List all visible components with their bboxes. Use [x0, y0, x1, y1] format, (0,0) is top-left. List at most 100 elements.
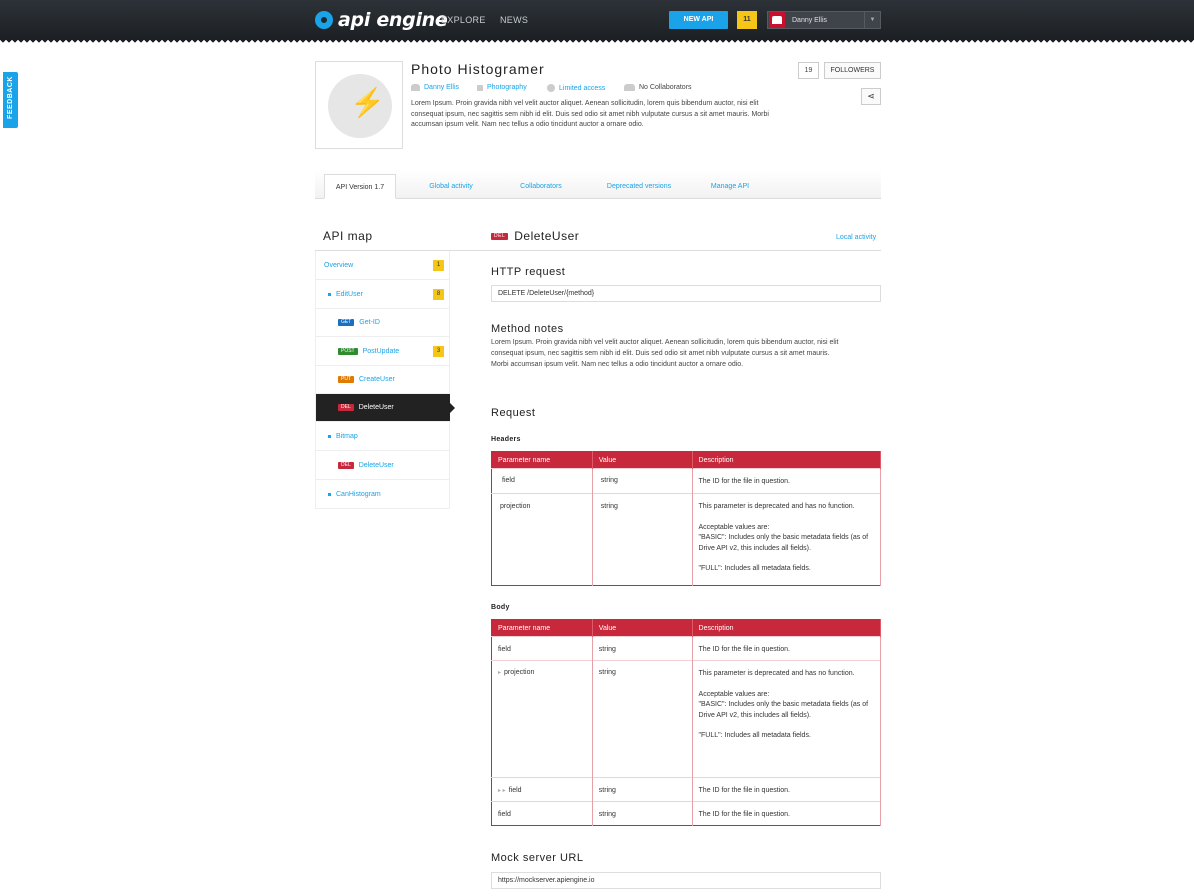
desc-line: "FULL": Includes all metadata fields. [698, 732, 811, 739]
notifications-badge[interactable]: 11 [737, 11, 757, 29]
api-map-title: API map [323, 229, 373, 243]
method-name: DeleteUser [514, 229, 580, 243]
body-title: Body [491, 604, 510, 611]
headers-title: Headers [491, 436, 521, 443]
nav-explore[interactable]: EXPLORE [441, 15, 486, 25]
column-header: Parameter name [491, 451, 593, 469]
desc-line: Acceptable values are: [698, 690, 770, 698]
sidebar-item-overview[interactable]: Overview 1 [316, 251, 450, 280]
sidebar-item-get-id[interactable]: GET Get-ID [316, 309, 450, 337]
param-value-cell: string [592, 493, 693, 585]
param-name-cell: field [491, 468, 593, 494]
count-badge: 3 [433, 345, 444, 357]
table-row: field string The ID for the file in ques… [491, 801, 882, 826]
mock-server-title: Mock server URL [491, 852, 584, 864]
users-icon [624, 84, 635, 91]
count-badge: 1 [433, 259, 444, 271]
tab-api-version[interactable]: API Version 1.7 [324, 174, 396, 199]
table-row: ▸ projection string This parameter is dep… [491, 660, 882, 778]
api-image-placeholder: ⚡ [315, 61, 403, 149]
table-header-row: Parameter name Value Description [491, 451, 882, 469]
column-header: Parameter name [491, 619, 593, 637]
feedback-tab[interactable]: FEEDBACK [3, 72, 18, 128]
meta-access[interactable]: Limited access [547, 84, 605, 92]
gear-logo-icon [315, 11, 333, 29]
tab-deprecated-versions[interactable]: Deprecated versions [598, 174, 680, 199]
tab-global-activity[interactable]: Global activity [420, 174, 482, 199]
sidebar-item-label: PostUpdate [362, 347, 400, 355]
param-name: field [508, 787, 522, 794]
desc-line: This parameter is deprecated and has no … [698, 670, 855, 677]
column-header: Description [692, 619, 882, 637]
method-badge-del: DEL [491, 232, 509, 240]
tab-collaborators[interactable]: Collaborators [511, 174, 571, 199]
sidebar-item-canhistogram[interactable]: CanHistogram [316, 480, 450, 508]
meta-author[interactable]: Danny Ellis [411, 84, 459, 91]
http-request-title: HTTP request [491, 266, 566, 278]
method-badge-put: PUT [338, 376, 354, 383]
chevron-down-icon[interactable]: ▼ [864, 12, 880, 28]
sidebar-item-label: Overview [324, 261, 354, 269]
lightning-icon: ⚡ [350, 87, 385, 118]
top-bar-zigzag-edge [0, 40, 1194, 45]
nav-news[interactable]: NEWS [500, 15, 528, 25]
tab-manage-api[interactable]: Manage API [704, 174, 756, 199]
user-icon [411, 84, 420, 91]
avatar [769, 12, 785, 28]
method-notes-title: Method notes [491, 323, 564, 335]
method-badge-del: DEL [338, 404, 354, 411]
column-header: Value [592, 451, 693, 469]
param-name-cell: projection [491, 493, 593, 585]
followers-count: 19 [798, 62, 819, 79]
desc-line: Acceptable values are: [698, 523, 770, 531]
sidebar-item-bitmap[interactable]: Bitmap [316, 422, 450, 451]
sidebar-item-deleteuser-active[interactable]: DEL DeleteUser [316, 394, 455, 422]
top-navigation-bar [0, 0, 1194, 40]
param-name-cell: field [491, 636, 593, 661]
table-row: ▸ ▸ field string The ID for the file in q… [491, 777, 882, 802]
param-name-cell: ▸ ▸ field [491, 777, 593, 802]
table-header-row: Parameter name Value Description [491, 619, 882, 637]
column-header: Description [692, 451, 882, 469]
user-menu[interactable]: Danny Ellis ▼ [767, 11, 881, 29]
access-link[interactable]: Limited access [559, 85, 605, 92]
sidebar-item-postupdate[interactable]: POST PostUpdate 3 [316, 337, 450, 366]
param-name-cell: ▸ projection [491, 660, 593, 778]
table-row: field string The ID for the file in ques… [491, 468, 882, 494]
param-value-cell: string [592, 636, 693, 661]
method-badge-post: POST [338, 347, 358, 355]
method-notes-text: Lorem Ipsum. Proin gravida nibh vel veli… [491, 339, 839, 368]
sidebar-item-label: DeleteUser [358, 404, 394, 411]
sidebar-item-label: Bitmap [336, 432, 358, 440]
sidebar-item-label: DeleteUser [358, 461, 394, 469]
followers-button[interactable]: FOLLOWERS [824, 62, 881, 79]
param-value-cell: string [592, 777, 693, 802]
param-desc-cell: The ID for the file in question. [692, 801, 882, 826]
desc-line: "FULL": Includes all metadata fields. [698, 565, 811, 572]
param-desc-cell: The ID for the file in question. [692, 468, 882, 494]
bullet-icon [328, 492, 331, 496]
new-api-button[interactable]: NEW API [669, 11, 728, 29]
desc-line: This parameter is deprecated and has no … [698, 503, 855, 510]
param-value-cell: string [592, 660, 693, 778]
method-badge-del: DEL [338, 461, 354, 469]
category-link[interactable]: Photography [487, 84, 527, 91]
sidebar-item-createuser[interactable]: PUT CreateUser [316, 366, 450, 394]
sidebar-item-deleteuser-2[interactable]: DEL DeleteUser [316, 451, 450, 480]
share-button[interactable]: ⋖ [861, 88, 881, 105]
param-desc-cell: The ID for the file in question. [692, 636, 882, 661]
feedback-label: FEEDBACK [7, 76, 14, 119]
sidebar-item-edituser[interactable]: EditUser 8 [316, 280, 450, 309]
logo[interactable]: api engine [315, 9, 448, 31]
page-title: Photo Histogramer [411, 61, 545, 77]
meta-category[interactable]: Photography [477, 84, 527, 91]
author-link[interactable]: Danny Ellis [424, 84, 459, 91]
sidebar-item-label: EditUser [336, 290, 363, 298]
share-icon: ⋖ [867, 91, 875, 101]
indent-arrow-icon: ▸ [498, 670, 502, 676]
tag-icon [477, 84, 483, 91]
http-request-field[interactable]: DELETE /DeleteUser/{method} [491, 285, 881, 302]
local-activity-link[interactable]: Local activity [836, 234, 876, 241]
mock-server-url-field[interactable]: https://mockserver.apiengine.io [491, 872, 881, 889]
collaborators-text: No Collaborators [639, 84, 692, 91]
